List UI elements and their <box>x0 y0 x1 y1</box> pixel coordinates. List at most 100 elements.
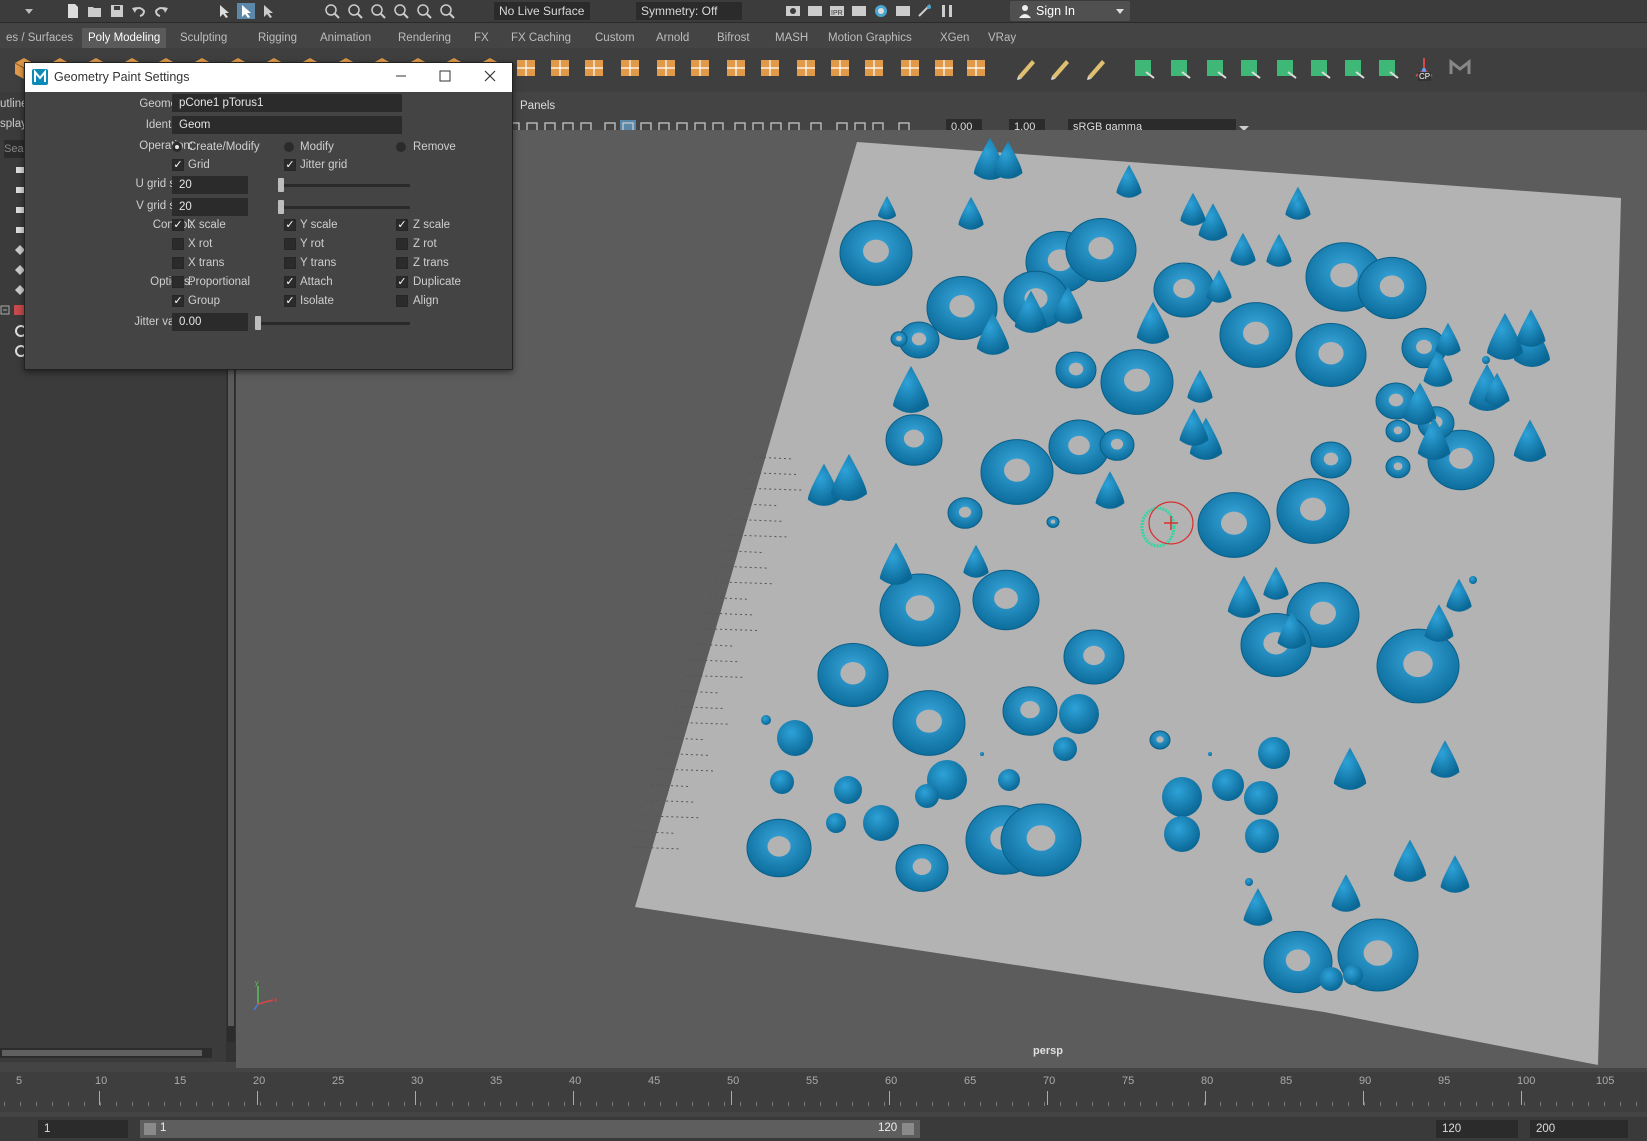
dialog-title-bar[interactable]: Geometry Paint Settings <box>25 63 512 92</box>
torus-hole[interactable] <box>1330 262 1358 288</box>
torus-hole[interactable] <box>1300 497 1326 521</box>
sphere-object[interactable] <box>826 813 846 833</box>
remove-radio[interactable] <box>396 142 406 152</box>
range-end-handle[interactable] <box>902 1123 914 1135</box>
torus-hole[interactable] <box>1110 438 1124 450</box>
torus-hole[interactable] <box>1318 342 1344 365</box>
torus-hole[interactable] <box>1379 275 1405 298</box>
select-tool-icon[interactable] <box>215 3 233 19</box>
sphere-object[interactable] <box>1212 769 1244 801</box>
dropdown-arrow-icon[interactable] <box>20 3 38 19</box>
sphere-object[interactable] <box>1343 965 1363 985</box>
torus-hole[interactable] <box>903 429 925 448</box>
deform-tool-icon[interactable] <box>1130 54 1158 82</box>
torus-hole[interactable] <box>916 709 942 733</box>
mesh-tool-icon[interactable] <box>652 54 680 82</box>
symmetry-dropdown[interactable]: Symmetry: Off <box>636 2 742 20</box>
mesh-tool-icon[interactable] <box>860 54 888 82</box>
sphere-object[interactable] <box>1059 694 1099 734</box>
shelf-tab[interactable]: FX Caching <box>505 28 577 48</box>
u-grid-size-field[interactable]: 20 <box>172 176 248 194</box>
torus-hole[interactable] <box>1124 368 1150 392</box>
geometry-field[interactable]: pCone1 pTorus1 <box>172 94 402 112</box>
align-checkbox[interactable] <box>396 295 408 307</box>
x-rot-checkbox[interactable] <box>172 238 184 250</box>
x-scale-checkbox[interactable]: ✓ <box>172 219 184 231</box>
mash-logo-icon[interactable] <box>1446 54 1474 82</box>
sphere-object[interactable] <box>770 770 794 794</box>
render-setup-icon[interactable] <box>894 3 912 19</box>
snap-curve-icon[interactable] <box>346 3 364 19</box>
torus-hole[interactable] <box>1393 462 1403 471</box>
y-scale-checkbox[interactable]: ✓ <box>284 219 296 231</box>
ipr-render-icon[interactable]: IPR <box>828 3 846 19</box>
z-rot-checkbox[interactable] <box>396 238 408 250</box>
sphere-object[interactable] <box>1258 737 1290 769</box>
torus-hole[interactable] <box>1173 278 1195 299</box>
sphere-object[interactable] <box>980 752 984 756</box>
hypershade-icon[interactable] <box>872 3 890 19</box>
torus-hole[interactable] <box>1449 447 1473 469</box>
mesh-tool-icon[interactable] <box>546 54 574 82</box>
lasso-select-icon[interactable] <box>259 3 277 19</box>
shelf-tab[interactable]: Bifrost <box>711 28 756 48</box>
torus-hole[interactable] <box>1323 452 1339 466</box>
shelf-tab[interactable]: Motion Graphics <box>822 28 918 48</box>
render-frame-icon[interactable] <box>806 3 824 19</box>
modify-radio[interactable] <box>284 142 294 152</box>
mesh-tool-icon[interactable] <box>792 54 820 82</box>
shelf-tab[interactable]: FX <box>468 28 495 48</box>
identifier-field[interactable]: Geom <box>172 116 402 134</box>
edit-tool-icon[interactable] <box>1046 54 1074 82</box>
torus-hole[interactable] <box>863 239 889 263</box>
torus-hole[interactable] <box>1243 321 1269 345</box>
mesh-tool-icon[interactable] <box>896 54 924 82</box>
shelf-tab[interactable]: Arnold <box>650 28 695 48</box>
jitter-value-slider-handle[interactable] <box>255 316 261 330</box>
minimize-icon[interactable] <box>391 65 411 90</box>
jitter-value-field[interactable]: 0.00 <box>172 313 248 331</box>
sphere-object[interactable] <box>1245 878 1253 886</box>
open-scene-icon[interactable] <box>86 3 104 19</box>
sphere-object[interactable] <box>1208 752 1212 756</box>
torus-hole[interactable] <box>912 858 932 876</box>
shelf-tab[interactable]: Rendering <box>392 28 457 48</box>
z-trans-checkbox[interactable] <box>396 257 408 269</box>
torus-hole[interactable] <box>949 295 975 318</box>
mesh-tool-icon[interactable] <box>580 54 608 82</box>
torus-hole[interactable] <box>896 336 902 342</box>
shelf-tab[interactable]: VRay <box>982 28 1022 48</box>
torus-hole[interactable] <box>1285 949 1311 972</box>
torus-hole[interactable] <box>1083 645 1105 666</box>
mesh-tool-icon[interactable] <box>512 54 540 82</box>
v-grid-size-field[interactable]: 20 <box>172 198 248 216</box>
deform-tool-icon[interactable] <box>1374 54 1402 82</box>
torus-hole[interactable] <box>905 595 935 621</box>
new-scene-icon[interactable] <box>64 3 82 19</box>
group-checkbox[interactable]: ✓ <box>172 295 184 307</box>
deform-tool-icon[interactable] <box>1340 54 1368 82</box>
sphere-object[interactable] <box>863 805 899 841</box>
outliner-group-icon[interactable] <box>0 304 26 319</box>
save-scene-icon[interactable] <box>108 3 126 19</box>
torus-hole[interactable] <box>1026 825 1056 851</box>
snap-point-icon[interactable] <box>369 3 387 19</box>
sphere-object[interactable] <box>1319 967 1343 991</box>
torus-hole[interactable] <box>840 662 866 685</box>
sphere-object[interactable] <box>1245 819 1279 853</box>
y-trans-checkbox[interactable] <box>284 257 296 269</box>
torus-hole[interactable] <box>1004 458 1030 482</box>
torus-hole[interactable] <box>1156 736 1164 743</box>
torus-hole[interactable] <box>1416 339 1432 354</box>
sphere-object[interactable] <box>1053 737 1077 761</box>
range-slider[interactable]: 1 120 <box>140 1120 920 1138</box>
jitter-value-slider[interactable] <box>255 322 410 325</box>
torus-hole[interactable] <box>1068 435 1090 456</box>
snap-live-icon[interactable] <box>438 3 456 19</box>
sign-in-button[interactable]: Sign In <box>1010 1 1130 21</box>
undo-icon[interactable] <box>130 3 148 19</box>
close-icon[interactable] <box>480 65 500 90</box>
mesh-tool-icon[interactable] <box>826 54 854 82</box>
maximize-icon[interactable] <box>435 65 455 90</box>
end-time-field[interactable]: 120 <box>1436 1120 1518 1138</box>
